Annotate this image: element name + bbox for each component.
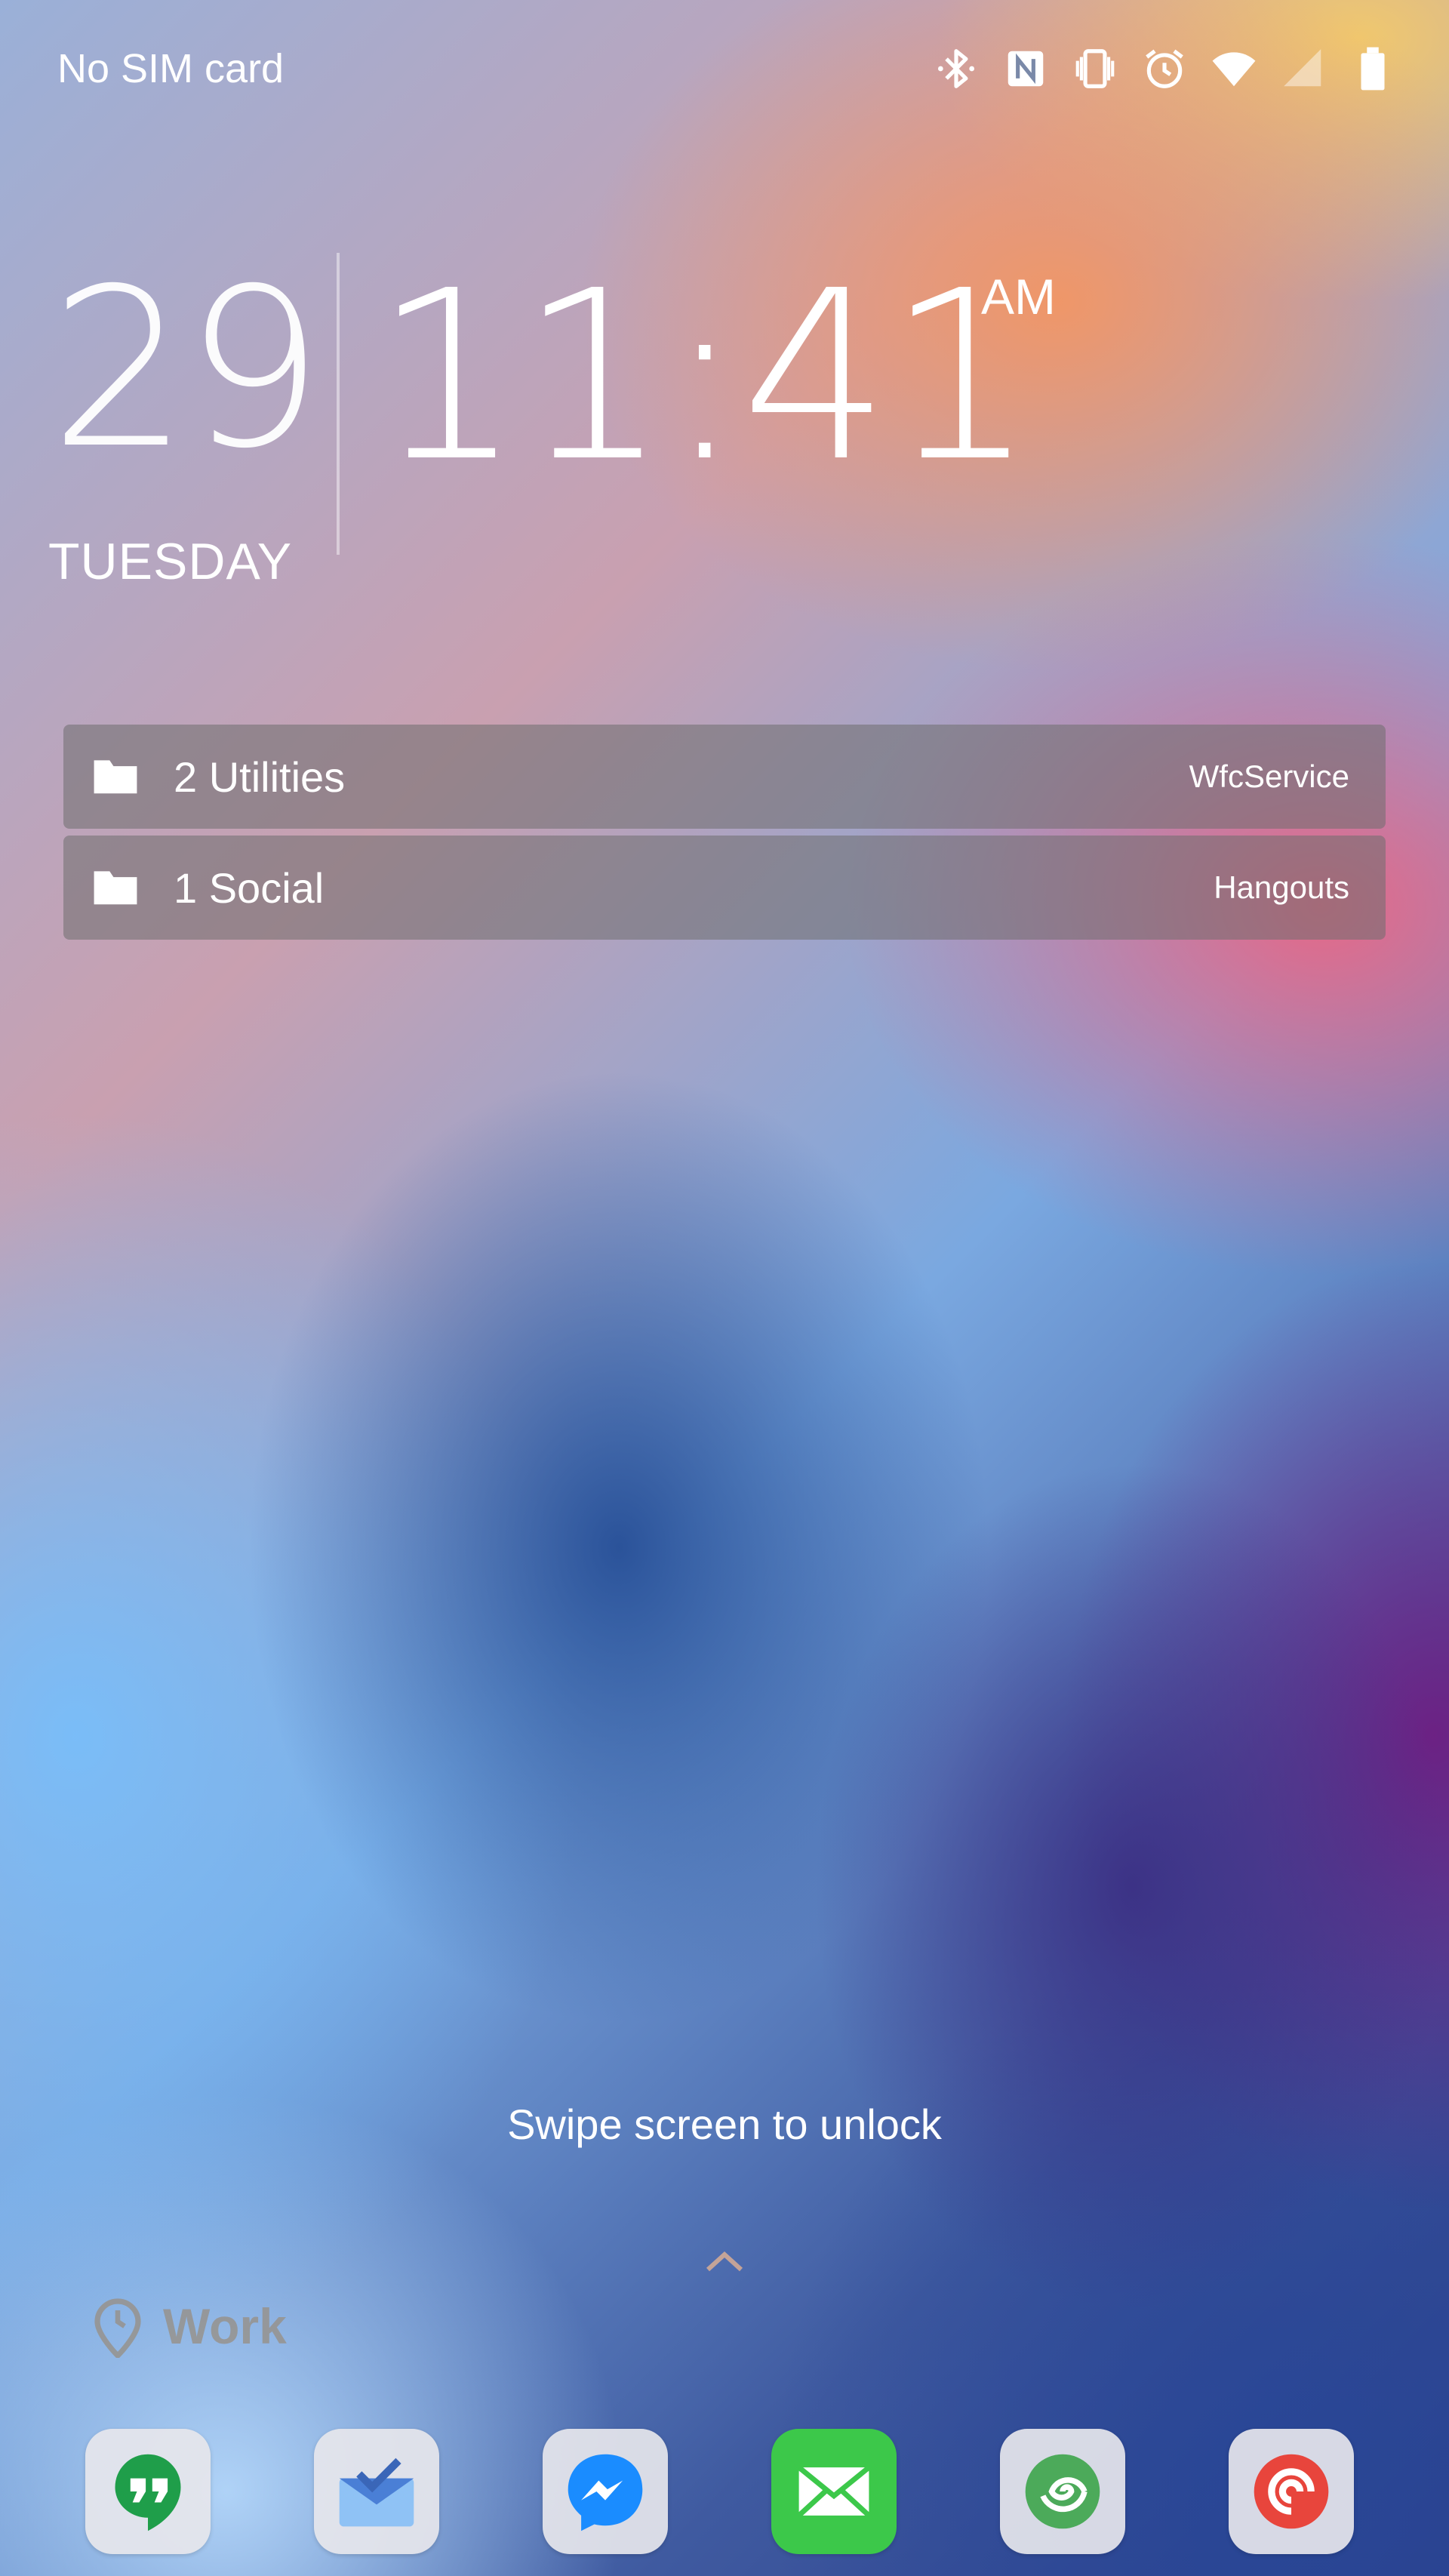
swipe-to-unlock-hint: Swipe screen to unlock xyxy=(507,2101,942,2148)
dock-app-inbox[interactable] xyxy=(314,2429,439,2554)
notification-app: Hangouts xyxy=(1214,869,1349,905)
folder-icon xyxy=(94,871,137,905)
dock-app-spiral[interactable] xyxy=(1000,2429,1125,2554)
notification-title: 1 Social xyxy=(174,863,325,912)
clock-time: 11:41 xyxy=(374,241,1035,513)
vibrate-icon xyxy=(1072,42,1118,96)
notification-app: WfcService xyxy=(1189,759,1349,794)
chevron-up-icon[interactable] xyxy=(702,2245,747,2276)
clock-ampm: AM xyxy=(981,269,1056,325)
status-icons xyxy=(933,42,1396,96)
dock-app-messenger[interactable] xyxy=(543,2429,668,2554)
battery-icon xyxy=(1349,42,1396,96)
wifi-icon xyxy=(1211,42,1257,96)
dock-app-hangouts[interactable] xyxy=(85,2429,211,2554)
dock-app-messages[interactable] xyxy=(771,2429,897,2554)
notification-social[interactable]: 1 Social Hangouts xyxy=(63,836,1386,940)
date-day-number: 29 xyxy=(50,242,324,497)
messenger-icon xyxy=(568,2454,643,2531)
date-weekday: TUESDAY xyxy=(48,533,293,590)
notification-utilities[interactable]: 2 Utilities WfcService xyxy=(63,725,1386,829)
bluetooth-icon xyxy=(933,42,980,96)
clock-divider xyxy=(337,253,340,555)
hangouts-icon xyxy=(115,2454,181,2531)
app-dock xyxy=(0,2429,1449,2557)
pocket-casts-icon xyxy=(1254,2454,1329,2529)
alarm-icon xyxy=(1141,42,1188,96)
work-profile-label: Work xyxy=(163,2298,287,2354)
lock-screen[interactable]: No SIM card 29 TUESDAY 11:41 AM 2 Utilit… xyxy=(0,0,1449,2576)
carrier-label: No SIM card xyxy=(57,46,285,91)
inbox-icon xyxy=(339,2458,414,2527)
work-profile-indicator[interactable]: Work xyxy=(89,2294,287,2358)
dock-app-pocket-casts[interactable] xyxy=(1229,2429,1354,2554)
messages-icon xyxy=(797,2465,871,2518)
nfc-icon xyxy=(1002,42,1049,96)
folder-icon xyxy=(94,760,137,794)
cellular-signal-icon xyxy=(1280,42,1327,96)
status-bar: No SIM card xyxy=(0,0,1449,143)
spiral-icon xyxy=(1025,2454,1100,2529)
location-clock-icon xyxy=(94,2298,141,2358)
notification-title: 2 Utilities xyxy=(174,752,346,801)
